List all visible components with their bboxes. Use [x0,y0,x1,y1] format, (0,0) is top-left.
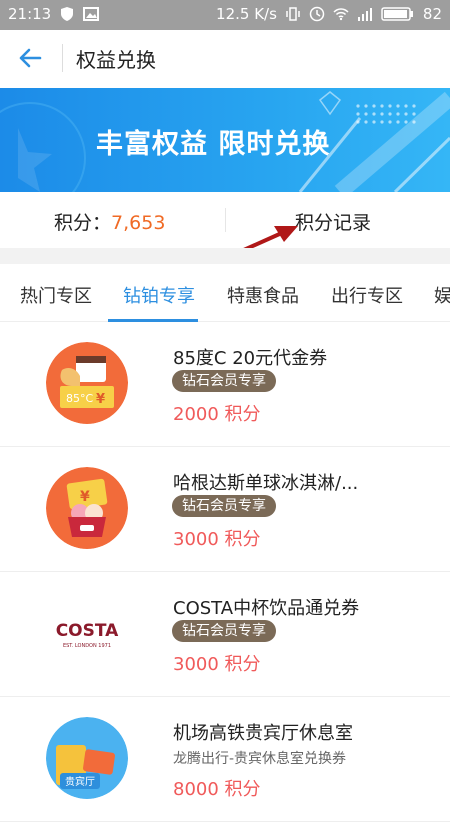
item-title: 机场高铁贵宾厅休息室 [173,723,353,744]
battery-level: 82 [422,5,442,23]
category-tabs: 热门专区 钻铂专享 特惠食品 出行专区 娱 [0,264,450,322]
tab-diamond-platinum[interactable]: 钻铂专享 [123,282,195,308]
battery-icon [381,7,413,21]
item-subtitle: 龙腾出行-贵宾休息室兑换券 [173,751,347,767]
vip-badge: 钻石会员专享 [172,495,276,517]
costa-logo: COSTA EST. LONDON 1971 [46,592,128,674]
icecream-currency-text: ¥ [80,489,90,505]
vip-lounge-label: 贵宾厅 [65,775,95,788]
section-gap [0,248,450,264]
item-price: 3000 积分 [173,529,261,550]
list-item[interactable]: COSTA EST. LONDON 1971 COSTA中杯饮品通兑券 钻石会员… [0,572,450,697]
coffee-logo-text: 85°C [66,392,93,405]
coffee-coupon-icon: 85°C ¥ [46,342,128,424]
item-price: 2000 积分 [173,404,261,425]
tab-travel[interactable]: 出行专区 [331,282,403,308]
signal-icon [357,8,372,21]
item-price: 3000 积分 [173,654,261,675]
points-balance: 积分：7,653 [54,208,165,235]
vibrate-icon [286,7,300,21]
clock-icon [309,6,325,22]
coffee-currency-text: ¥ [96,392,105,407]
network-speed: 12.5 K/s [216,5,277,23]
costa-logo-text: COSTA [56,621,119,641]
list-item[interactable]: ¥ 哈根达斯单球冰淇淋/... 钻石会员专享 3000 积分 [0,447,450,572]
points-record-link[interactable]: 积分记录 [295,208,371,235]
wifi-icon [333,8,349,21]
status-time: 21:13 [8,5,52,23]
points-label: 积分： [54,212,112,234]
list-item[interactable]: 85°C ¥ 85度C 20元代金券 钻石会员专享 2000 积分 [0,322,450,447]
rewards-list: 85°C ¥ 85度C 20元代金券 钻石会员专享 2000 积分 ¥ 哈根达斯… [0,322,450,822]
item-title: 85度C 20元代金券 [173,348,328,369]
top-nav-bar: 权益兑换 [0,30,450,86]
icecream-coupon-icon: ¥ [46,467,128,549]
item-title: COSTA中杯饮品通兑券 [173,598,360,619]
shield-icon [61,7,74,21]
item-title: 哈根达斯单球冰淇淋/... [173,473,359,494]
item-price: 8000 积分 [173,779,261,800]
vip-badge: 钻石会员专享 [172,370,276,392]
costa-logo-subtext: EST. LONDON 1971 [63,643,111,649]
tab-hot[interactable]: 热门专区 [20,282,92,308]
tab-entertainment[interactable]: 娱 [434,282,450,308]
vip-lounge-icon: 贵宾厅 [46,717,128,799]
list-item[interactable]: 贵宾厅 机场高铁贵宾厅休息室 龙腾出行-贵宾休息室兑换券 8000 积分 [0,697,450,822]
banner-headline: 丰富权益 限时兑换 [96,129,331,160]
image-icon [83,7,100,21]
tab-special-food[interactable]: 特惠食品 [227,282,299,308]
points-value: 7,653 [111,212,166,234]
vip-badge: 钻石会员专享 [172,620,276,642]
nav-divider [62,44,63,72]
page-title: 权益兑换 [76,48,156,72]
promo-banner[interactable]: 丰富权益 限时兑换 [0,88,450,192]
status-bar: 21:13 12.5 K/s 82 [0,0,450,30]
back-arrow-icon[interactable] [16,44,44,72]
